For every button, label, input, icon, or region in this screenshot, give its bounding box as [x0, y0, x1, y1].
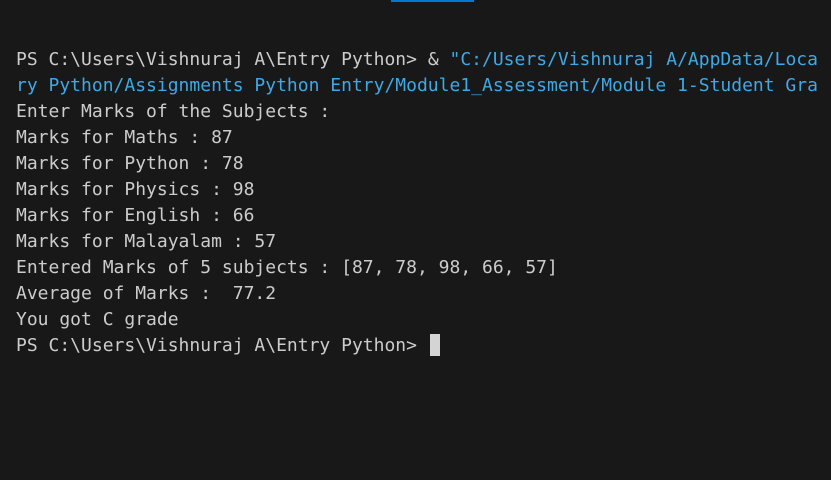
output-line: Marks for Physics : 98: [16, 179, 255, 200]
active-tab-indicator: [391, 0, 474, 2]
command-prompt: PS C:\Users\Vishnuraj A\Entry Python>: [16, 49, 428, 70]
command-path: "C:/Users/Vishnuraj A/AppData/Loca: [449, 49, 818, 70]
final-prompt: PS C:\Users\Vishnuraj A\Entry Python>: [16, 335, 428, 356]
output-line: Marks for Python : 78: [16, 153, 244, 174]
command-operator: &: [427, 49, 450, 70]
terminal-cursor: [429, 334, 440, 356]
output-line: Marks for Maths : 87: [16, 127, 233, 148]
terminal-panel[interactable]: PS C:\Users\Vishnuraj A\Entry Python> & …: [16, 47, 831, 359]
output-line: Enter Marks of the Subjects :: [16, 99, 831, 125]
output-line: Average of Marks : 77.2: [16, 283, 277, 304]
command-path-continued: ry Python/Assignments Python Entry/Modul…: [16, 75, 818, 96]
output-line: Marks for Malayalam : 57: [16, 231, 277, 252]
final-prompt-line[interactable]: PS C:\Users\Vishnuraj A\Entry Python>: [16, 333, 831, 359]
output-line: Marks for English : 66: [16, 205, 255, 226]
command-line: PS C:\Users\Vishnuraj A\Entry Python> & …: [16, 47, 831, 73]
output-line: Entered Marks of 5 subjects : [87, 78, 9…: [16, 257, 558, 278]
output-line: You got C grade: [16, 309, 179, 330]
